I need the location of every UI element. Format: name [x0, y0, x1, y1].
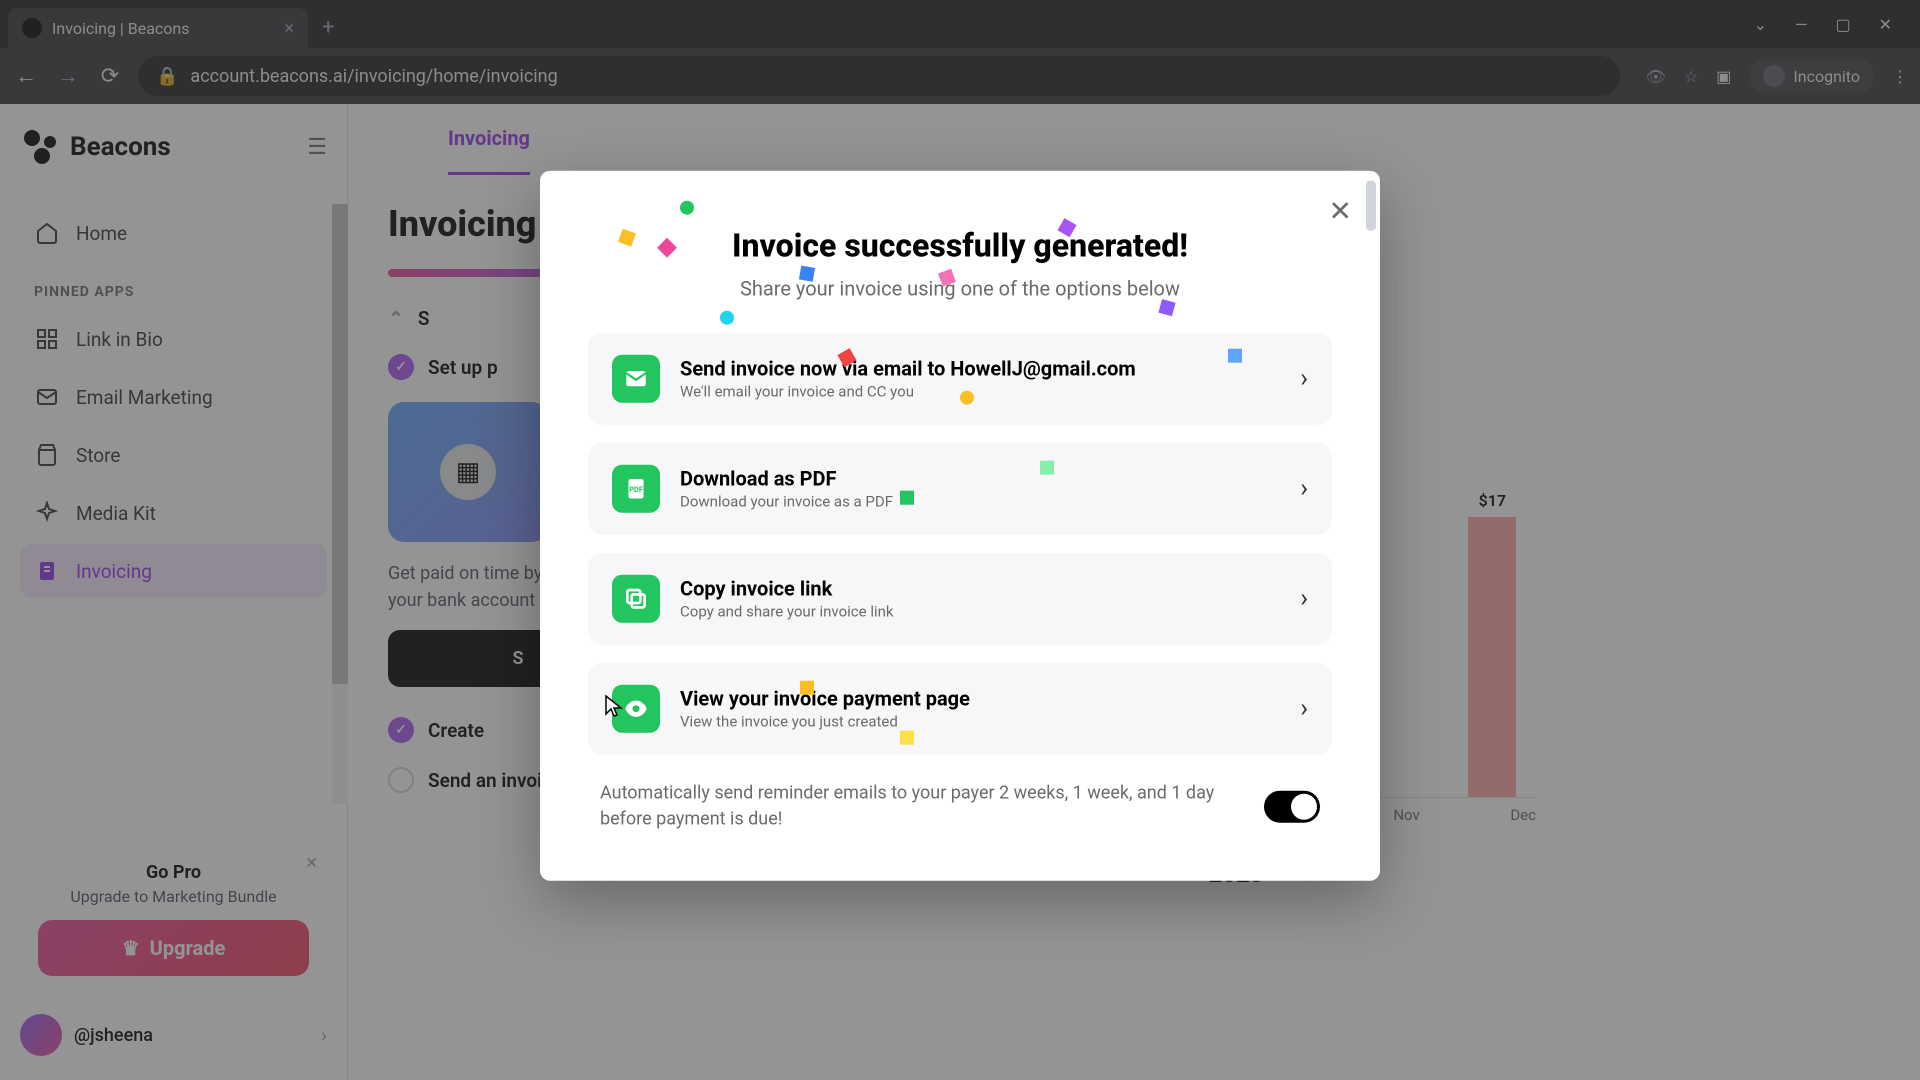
- option-download-pdf[interactable]: PDF Download as PDF Download your invoic…: [588, 443, 1332, 535]
- option-desc: View the invoice you just created: [680, 713, 970, 731]
- option-desc: Copy and share your invoice link: [680, 603, 894, 621]
- option-desc: We'll email your invoice and CC you: [680, 383, 1136, 401]
- eye-icon: [612, 685, 660, 733]
- option-copy-link[interactable]: Copy invoice link Copy and share your in…: [588, 553, 1332, 645]
- copy-icon: [612, 575, 660, 623]
- option-title: Send invoice now via email to HowellJ@gm…: [680, 357, 1136, 381]
- reminder-row: Automatically send reminder emails to yo…: [588, 781, 1332, 833]
- pdf-icon: PDF: [612, 465, 660, 513]
- option-view-page[interactable]: View your invoice payment page View the …: [588, 663, 1332, 755]
- mail-icon: [612, 355, 660, 403]
- chevron-right-icon: ›: [1300, 364, 1308, 394]
- chevron-right-icon: ›: [1300, 474, 1308, 504]
- modal-close-icon[interactable]: ✕: [1329, 195, 1352, 228]
- svg-text:PDF: PDF: [629, 485, 643, 494]
- option-desc: Download your invoice as a PDF: [680, 493, 893, 511]
- modal-title: Invoice successfully generated!: [588, 227, 1332, 265]
- modal-scrollbar[interactable]: [1366, 181, 1376, 871]
- chevron-right-icon: ›: [1300, 694, 1308, 724]
- option-send-email[interactable]: Send invoice now via email to HowellJ@gm…: [588, 333, 1332, 425]
- option-title: View your invoice payment page: [680, 687, 970, 711]
- reminder-text: Automatically send reminder emails to yo…: [600, 781, 1240, 833]
- chevron-right-icon: ›: [1300, 584, 1308, 614]
- reminder-toggle[interactable]: [1264, 791, 1320, 823]
- option-title: Download as PDF: [680, 467, 893, 491]
- option-title: Copy invoice link: [680, 577, 894, 601]
- modal-subtitle: Share your invoice using one of the opti…: [588, 277, 1332, 301]
- invoice-success-modal: ✕ Invoice successfully generated! Share …: [540, 171, 1380, 881]
